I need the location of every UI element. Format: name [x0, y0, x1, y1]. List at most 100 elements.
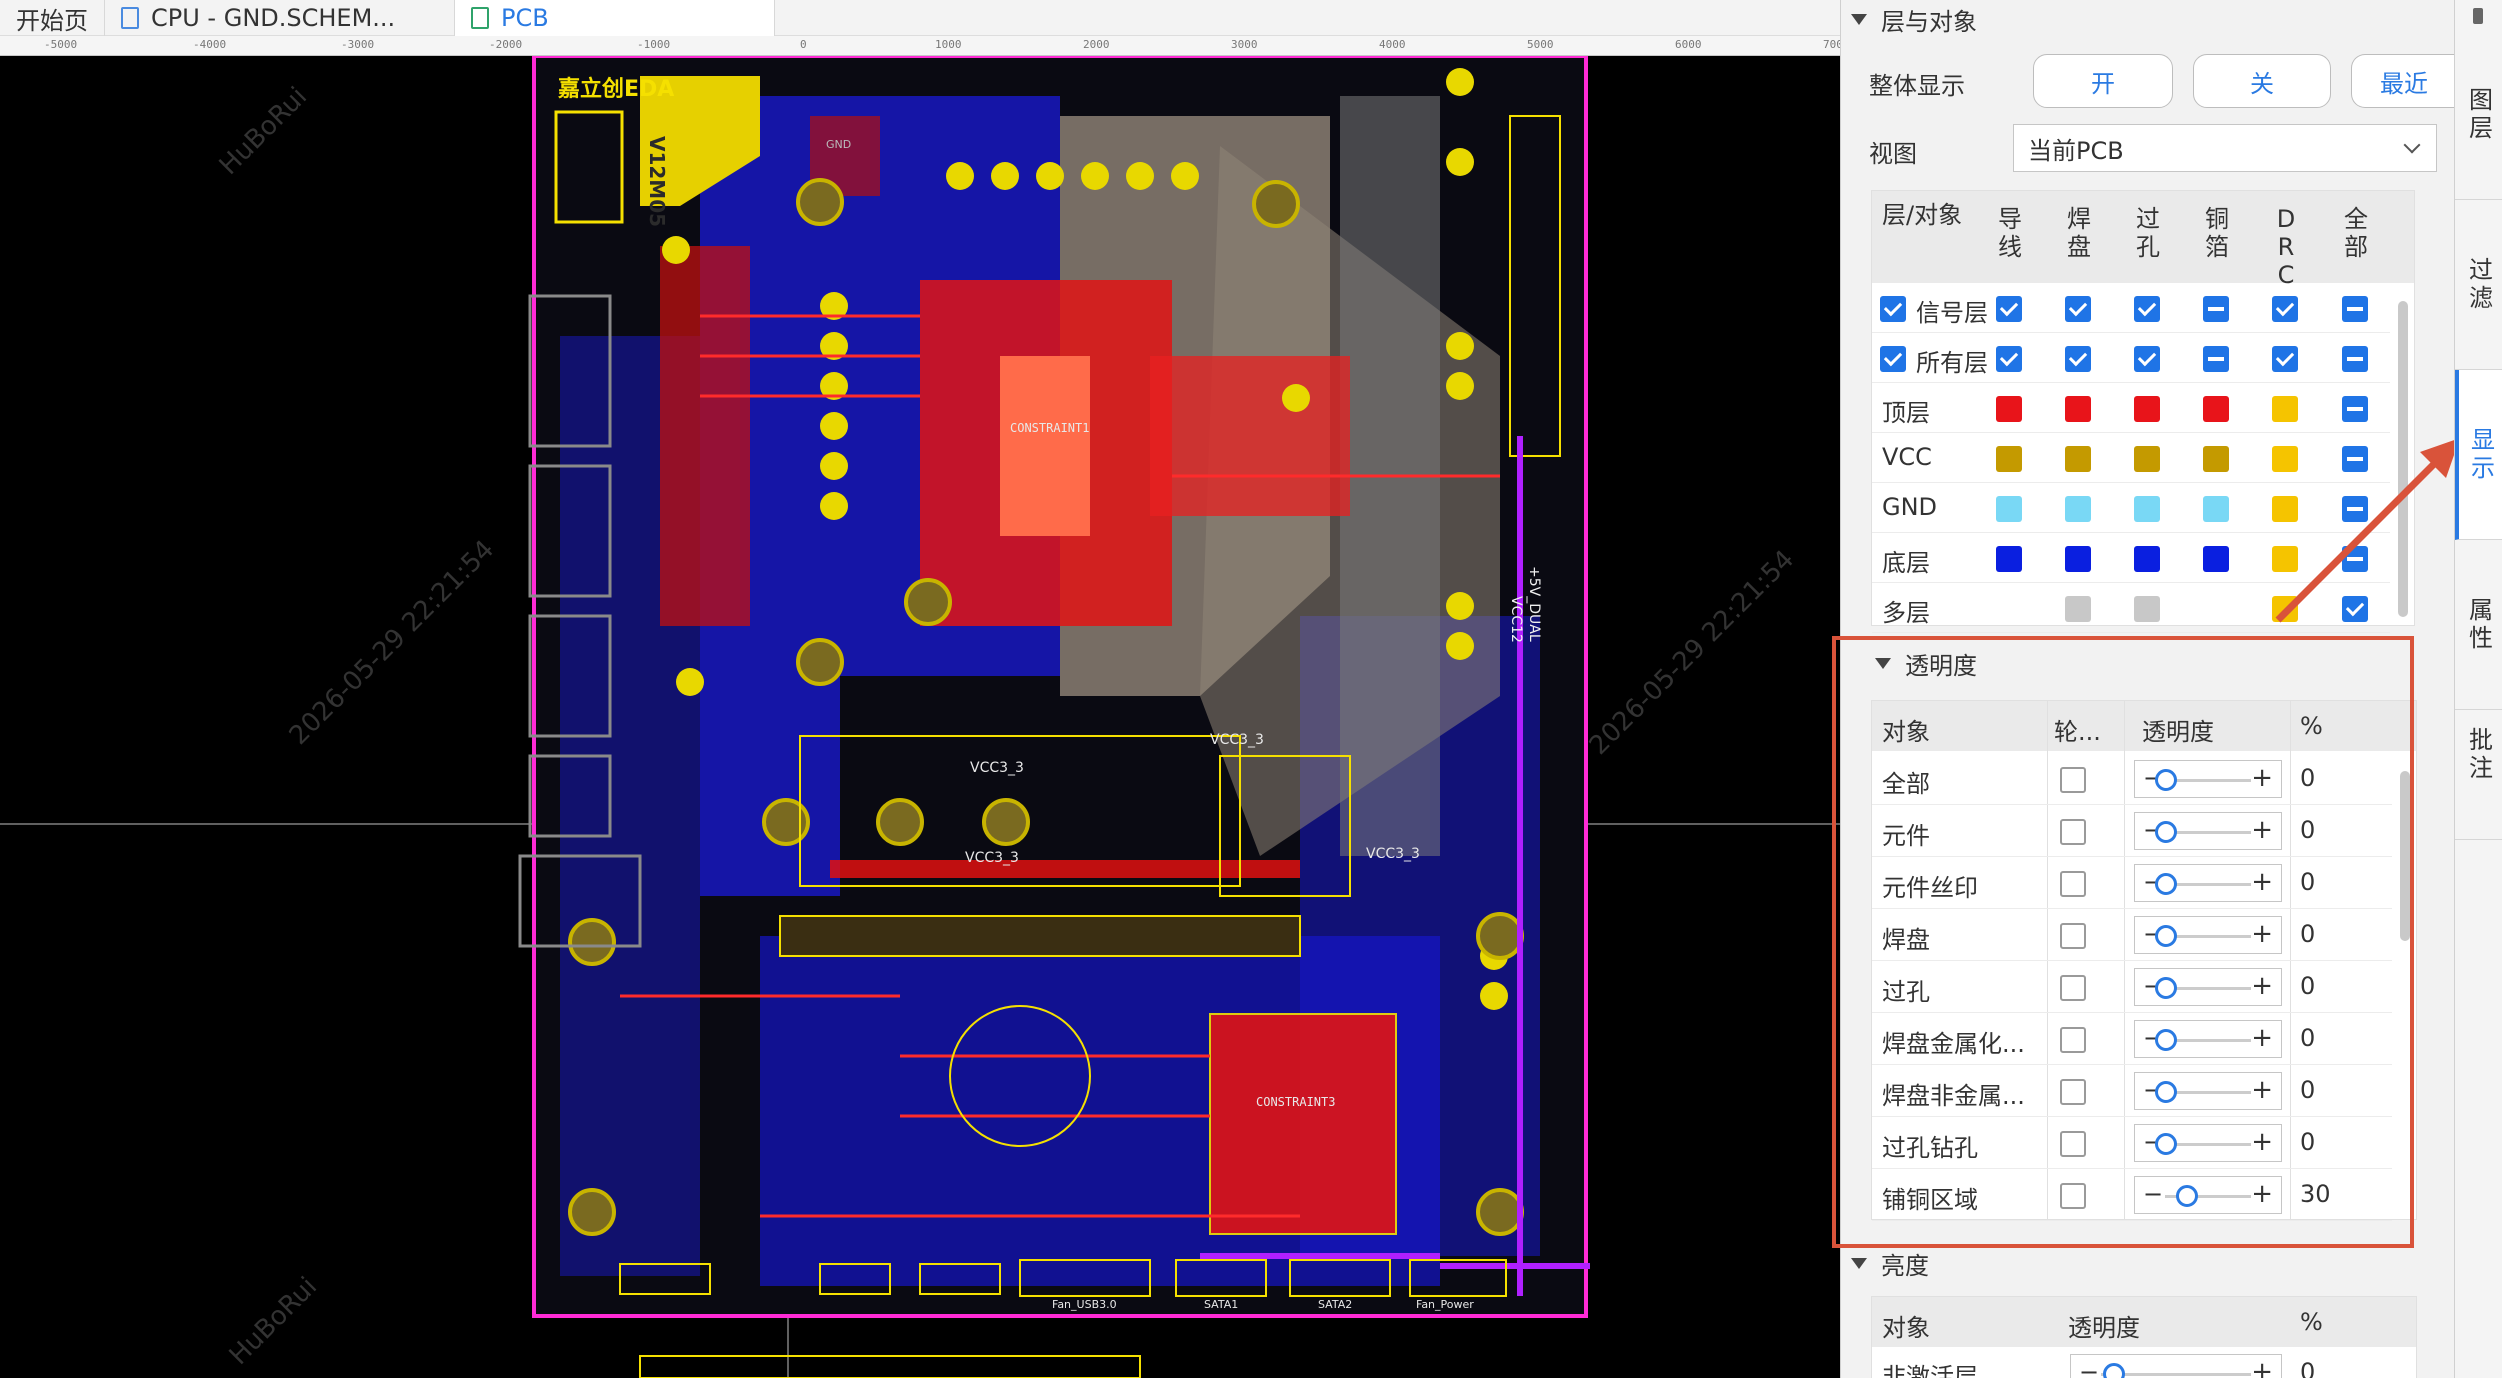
annotation-arrow-icon [2275, 438, 2460, 623]
tab-start-label: 开始页 [16, 6, 88, 35]
eda-window: 开始页 CPU - GND.SCHEM... PCB -5000 -4000 -… [0, 0, 2502, 1378]
net-label: VCC12 [1508, 596, 1524, 643]
brightness-section-header[interactable]: 亮度 [1851, 1246, 1929, 1281]
ruler-tick: 3000 [1231, 38, 1258, 51]
layer-checkbox[interactable] [2065, 296, 2091, 322]
cpu-fanout [1150, 356, 1350, 516]
layer-color-swatch[interactable] [1996, 446, 2022, 472]
layer-partial-checkbox[interactable] [2342, 296, 2368, 322]
constraint1-label: CONSTRAINT1 [1010, 421, 1089, 435]
ruler-tick: -5000 [44, 38, 78, 51]
header-copper: 铜箔 [2205, 205, 2229, 261]
pcb-file-icon [471, 7, 489, 29]
layer-color-swatch[interactable] [2065, 596, 2091, 622]
layer-checkbox[interactable] [2134, 296, 2160, 322]
layer-color-swatch[interactable] [2065, 446, 2091, 472]
side-tab-comments[interactable]: 批注 [2455, 670, 2502, 840]
layer-color-swatch[interactable] [1996, 496, 2022, 522]
header-object: 对象 [1882, 1314, 1930, 1342]
layer-partial-checkbox[interactable] [2342, 396, 2368, 422]
net-label: +5V_DUAL [1526, 566, 1542, 642]
layer-row: 顶层 [1872, 383, 2390, 433]
layer-color-swatch[interactable] [2203, 446, 2229, 472]
layer-color-swatch[interactable] [2203, 496, 2229, 522]
layer-color-swatch[interactable] [2134, 396, 2160, 422]
side-tab-display[interactable]: 显示 [2455, 370, 2502, 540]
layer-partial-checkbox[interactable] [2203, 346, 2229, 372]
layer-color-swatch[interactable] [1996, 396, 2022, 422]
layers-section-title: 层与对象 [1881, 8, 1977, 36]
pcb-canvas[interactable]: CONSTRAINT1 CONSTRAINT3 嘉立创EDA V12M05 GN… [0, 56, 1840, 1378]
brightness-slider[interactable]: − + [2070, 1354, 2282, 1378]
schematic-file-icon [121, 7, 139, 29]
view-select[interactable]: 当前PCB [2013, 124, 2437, 172]
overall-display-label: 整体显示 [1869, 72, 1965, 100]
layer-checkbox[interactable] [2272, 346, 2298, 372]
layer-color-swatch[interactable] [2134, 596, 2160, 622]
tab-schematic[interactable]: CPU - GND.SCHEM... [105, 0, 455, 36]
board-version: V12M05 [645, 136, 669, 227]
layer-color-swatch[interactable] [2272, 396, 2298, 422]
layer-color-swatch[interactable] [2065, 496, 2091, 522]
layer-checkbox[interactable] [2065, 346, 2091, 372]
layer-color-swatch[interactable] [2203, 546, 2229, 572]
layer-row-name: 信号层 [1916, 299, 1988, 327]
side-tab-bar: 图层 过滤 显示 属性 批注 [2454, 0, 2502, 1378]
pin-icon[interactable] [2473, 8, 2483, 24]
layer-row-name: 所有层 [1916, 349, 1988, 377]
brightness-table-header: 对象 透明度 % [1872, 1297, 2416, 1347]
watermark-user: HuBoRui [224, 1272, 323, 1371]
brightness-section-title: 亮度 [1881, 1252, 1929, 1280]
ruler-tick: 7000 [1823, 38, 1840, 51]
ruler-tick: 6000 [1675, 38, 1702, 51]
net-label: VCC3_3 [970, 760, 1024, 776]
pcie-trace [830, 860, 1300, 878]
layer-partial-checkbox[interactable] [2342, 346, 2368, 372]
layer-color-swatch[interactable] [2065, 396, 2091, 422]
layer-partial-checkbox[interactable] [2203, 296, 2229, 322]
gnd-part-label: GND [826, 138, 851, 151]
recent-button[interactable]: 最近 [2351, 54, 2455, 108]
layer-row-name: 底层 [1882, 549, 1930, 577]
layer-color-swatch[interactable] [2134, 446, 2160, 472]
cpu-bga [1000, 356, 1090, 536]
layer-color-swatch[interactable] [2134, 546, 2160, 572]
layer-color-swatch[interactable] [2065, 546, 2091, 572]
side-tab-layers[interactable]: 图层 [2455, 30, 2502, 200]
header-all: 全部 [2344, 205, 2368, 261]
watermark-user: HuBoRui [214, 82, 313, 181]
header-percent: % [2300, 1308, 2323, 1336]
layer-checkbox[interactable] [2134, 346, 2160, 372]
brightness-table: 对象 透明度 % 非激活层 − + 0 [1871, 1296, 2417, 1378]
ruler-tick: 0 [800, 38, 807, 51]
ruler-tick: -3000 [341, 38, 375, 51]
ruler-tick: 4000 [1379, 38, 1406, 51]
tab-pcb[interactable]: PCB [455, 0, 775, 36]
layer-checkbox[interactable] [2272, 296, 2298, 322]
net-label: VCC3_3 [965, 850, 1019, 866]
header-drc: DRC [2276, 205, 2296, 289]
layer-color-swatch[interactable] [1996, 546, 2022, 572]
layer-color-swatch[interactable] [2134, 496, 2160, 522]
show-all-off-button[interactable]: 关 [2193, 54, 2331, 108]
layer-row: 信号层 [1872, 283, 2390, 333]
tab-schematic-label: CPU - GND.SCHEM... [151, 4, 396, 32]
board-logo: 嘉立创EDA [558, 76, 674, 102]
layer-row-name: GND [1882, 493, 1938, 521]
layer-checkbox[interactable] [1996, 296, 2022, 322]
layer-color-swatch[interactable] [2203, 396, 2229, 422]
ruler-tick: 1000 [935, 38, 962, 51]
header-transparency: 透明度 [2068, 1314, 2140, 1342]
collapse-triangle-icon [1851, 14, 1867, 25]
connector-label: Fan_Power [1416, 1298, 1474, 1311]
side-tab-filter[interactable]: 过滤 [2455, 200, 2502, 370]
watermark-time: 2026-05-29 22:21:54 [1584, 544, 1800, 760]
header-pad: 焊盘 [2067, 205, 2091, 261]
layers-section-header[interactable]: 层与对象 [1851, 2, 1977, 37]
layer-checkbox[interactable] [1996, 346, 2022, 372]
layer-table-header: 层/对象 导线 焊盘 过孔 铜箔 DRC 全部 [1872, 191, 2414, 289]
constraint3-label: CONSTRAINT3 [1256, 1095, 1335, 1109]
show-all-on-button[interactable]: 开 [2033, 54, 2173, 108]
tab-start-page[interactable]: 开始页 [0, 0, 105, 36]
layer-row-name: 多层 [1882, 599, 1930, 627]
